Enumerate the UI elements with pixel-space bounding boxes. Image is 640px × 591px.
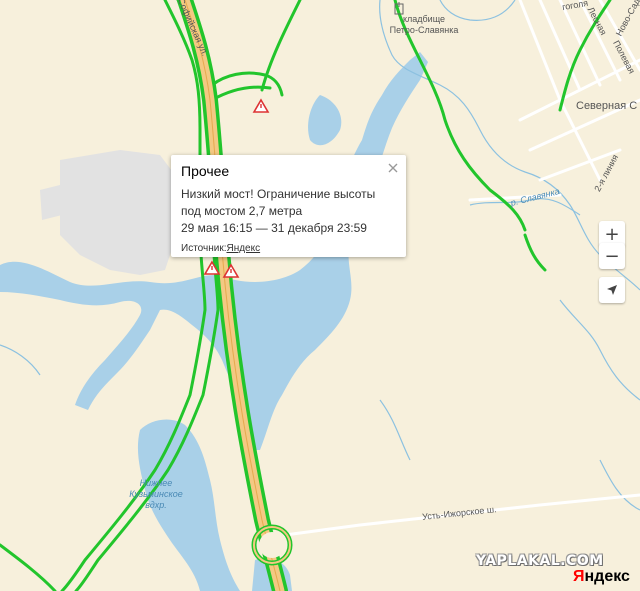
reservoir-label: Нижнее Кузьминское вдхр. xyxy=(129,478,183,510)
district-label: Северная С xyxy=(576,100,638,112)
popup-description: Низкий мост! Ограничение высоты под мост… xyxy=(181,187,376,218)
incident-popup: Прочее Низкий мост! Ограничение высоты п… xyxy=(171,155,406,257)
zoom-out-button[interactable]: − xyxy=(599,243,625,269)
popup-source-label: Источник: xyxy=(181,243,227,254)
popup-title: Прочее xyxy=(181,163,230,179)
cemetery-label: кладбище Петро-Славянка xyxy=(389,14,459,35)
yaplakal-watermark: YAPLAKAL.COM xyxy=(476,553,604,569)
roundabout xyxy=(251,524,293,566)
map-viewport[interactable]: кладбище Петро-Славянка Северная С р. Сл… xyxy=(0,0,640,591)
popup-time: 29 мая 16:15 — 31 декабря 23:59 xyxy=(181,221,367,235)
popup-source: Источник:Яндекс xyxy=(181,243,396,254)
popup-source-link[interactable]: Яндекс xyxy=(226,243,260,254)
locate-button[interactable] xyxy=(599,277,625,303)
map-canvas[interactable] xyxy=(0,0,640,591)
navigation-arrow-icon xyxy=(607,285,617,295)
close-icon[interactable] xyxy=(386,161,400,175)
yandex-logo[interactable]: Яндекс xyxy=(573,568,630,586)
